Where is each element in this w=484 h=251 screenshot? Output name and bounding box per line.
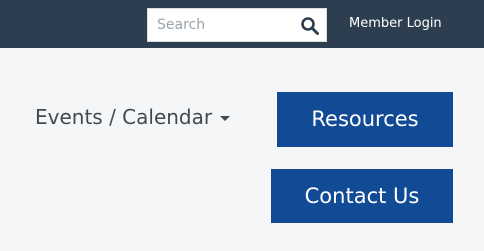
events-calendar-label: Events / Calendar	[35, 105, 213, 129]
contact-us-button[interactable]: Contact Us	[271, 169, 453, 223]
events-calendar-menu[interactable]: Events / Calendar	[35, 105, 231, 129]
member-login-link[interactable]: Member Login	[349, 0, 442, 48]
top-bar: Member Login	[0, 0, 484, 48]
resources-button[interactable]: Resources	[277, 92, 453, 147]
search-icon[interactable]	[300, 16, 320, 36]
caret-down-icon	[220, 116, 231, 121]
search-box	[147, 8, 327, 42]
search-input[interactable]	[148, 9, 307, 41]
